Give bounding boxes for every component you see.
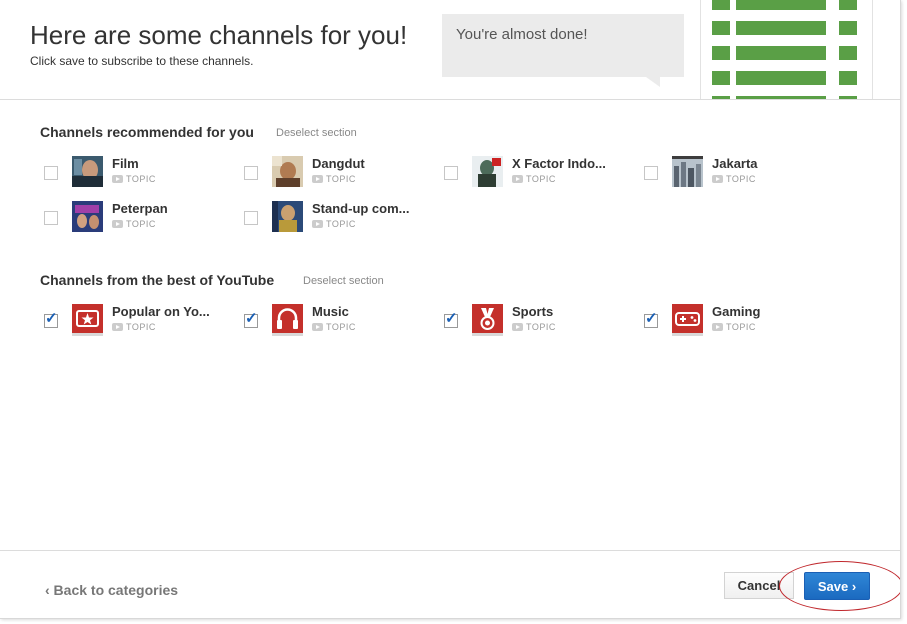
channel-item-x-factor[interactable]: X Factor Indo... TOPIC (444, 156, 634, 196)
dialog-header: Here are some channels for you! Click sa… (0, 0, 900, 100)
checkmark-icon: ✓ (245, 310, 258, 327)
channel-checkbox-checked[interactable]: ✓ (444, 310, 458, 328)
channel-thumbnail (72, 156, 103, 187)
youtube-icon (112, 322, 123, 331)
channel-checkbox[interactable] (44, 166, 58, 180)
topic-label: TOPIC (512, 174, 556, 184)
channel-thumbnail (472, 156, 503, 187)
channel-item-peterpan[interactable]: Peterpan TOPIC (44, 201, 234, 241)
star-icon (72, 304, 103, 336)
channel-name: Popular on Yo... (112, 304, 210, 319)
bubble-text: You're almost done! (456, 26, 588, 43)
channel-checkbox-checked[interactable]: ✓ (244, 310, 258, 328)
channel-checkbox-checked[interactable]: ✓ (44, 310, 58, 328)
back-to-categories-link[interactable]: ‹ Back to categories (45, 582, 178, 598)
page-subtitle: Click save to subscribe to these channel… (30, 54, 254, 68)
channel-item-popular[interactable]: ✓ Popular on Yo... TOPIC (44, 304, 234, 344)
channel-checkbox[interactable] (644, 166, 658, 180)
youtube-icon (512, 322, 523, 331)
channel-item-gaming[interactable]: ✓ Gaming TOPIC (644, 304, 834, 344)
cancel-button[interactable]: Cancel (724, 572, 794, 599)
channel-checkbox-checked[interactable]: ✓ (644, 310, 658, 328)
save-button[interactable]: Save › (804, 572, 870, 600)
section-title-recommended: Channels recommended for you (40, 124, 254, 140)
youtube-icon (712, 322, 723, 331)
channel-name: Jakarta (712, 156, 758, 171)
checkmark-icon: ✓ (45, 310, 58, 327)
channel-dialog: Here are some channels for you! Click sa… (0, 0, 901, 619)
topic-label: TOPIC (112, 174, 156, 184)
channel-name: Music (312, 304, 349, 319)
channel-item-sports[interactable]: ✓ Sports TOPIC (444, 304, 634, 344)
channel-thumbnail (272, 201, 303, 232)
channel-item-film[interactable]: Film TOPIC (44, 156, 234, 196)
topic-label: TOPIC (112, 322, 156, 332)
channel-name: Sports (512, 304, 554, 319)
channel-thumbnail (72, 201, 103, 232)
youtube-icon (512, 174, 523, 183)
bubble-tail (646, 77, 660, 87)
youtube-icon (312, 219, 323, 228)
headphones-icon (272, 304, 303, 336)
channel-checkbox[interactable] (244, 211, 258, 225)
youtube-icon (712, 174, 723, 183)
gamepad-icon (672, 304, 703, 336)
section-title-best-of-youtube: Channels from the best of YouTube (40, 272, 275, 288)
topic-label: TOPIC (312, 219, 356, 229)
channel-thumbnail (672, 156, 703, 187)
channel-thumbnail (272, 156, 303, 187)
progress-illustration (700, 0, 873, 99)
channel-item-music[interactable]: ✓ Music TOPIC (244, 304, 434, 344)
checkmark-icon: ✓ (645, 310, 658, 327)
topic-label: TOPIC (312, 174, 356, 184)
dialog-footer: ‹ Back to categories Cancel Save › (0, 550, 900, 618)
youtube-icon (312, 322, 323, 331)
channel-checkbox[interactable] (244, 166, 258, 180)
channel-checkbox[interactable] (44, 211, 58, 225)
page-title: Here are some channels for you! (30, 20, 408, 50)
channel-name: Peterpan (112, 201, 168, 216)
youtube-icon (112, 174, 123, 183)
medal-icon (472, 304, 503, 336)
speech-bubble: You're almost done! (442, 14, 684, 77)
topic-label: TOPIC (112, 219, 156, 229)
channel-name: Film (112, 156, 139, 171)
channel-name: Stand-up com... (312, 201, 410, 216)
deselect-section-best-of-youtube[interactable]: Deselect section (303, 275, 384, 287)
channel-item-jakarta[interactable]: Jakarta TOPIC (644, 156, 834, 196)
channel-name: Gaming (712, 304, 761, 319)
youtube-icon (312, 174, 323, 183)
channel-item-stand-up-comedy[interactable]: Stand-up com... TOPIC (244, 201, 434, 241)
youtube-icon (112, 219, 123, 228)
checkmark-icon: ✓ (445, 310, 458, 327)
topic-label: TOPIC (712, 322, 756, 332)
topic-label: TOPIC (712, 174, 756, 184)
deselect-section-recommended[interactable]: Deselect section (276, 127, 357, 139)
topic-label: TOPIC (312, 322, 356, 332)
channel-item-dangdut[interactable]: Dangdut TOPIC (244, 156, 434, 196)
topic-label: TOPIC (512, 322, 556, 332)
channel-checkbox[interactable] (444, 166, 458, 180)
channel-name: X Factor Indo... (512, 156, 606, 171)
channel-name: Dangdut (312, 156, 365, 171)
